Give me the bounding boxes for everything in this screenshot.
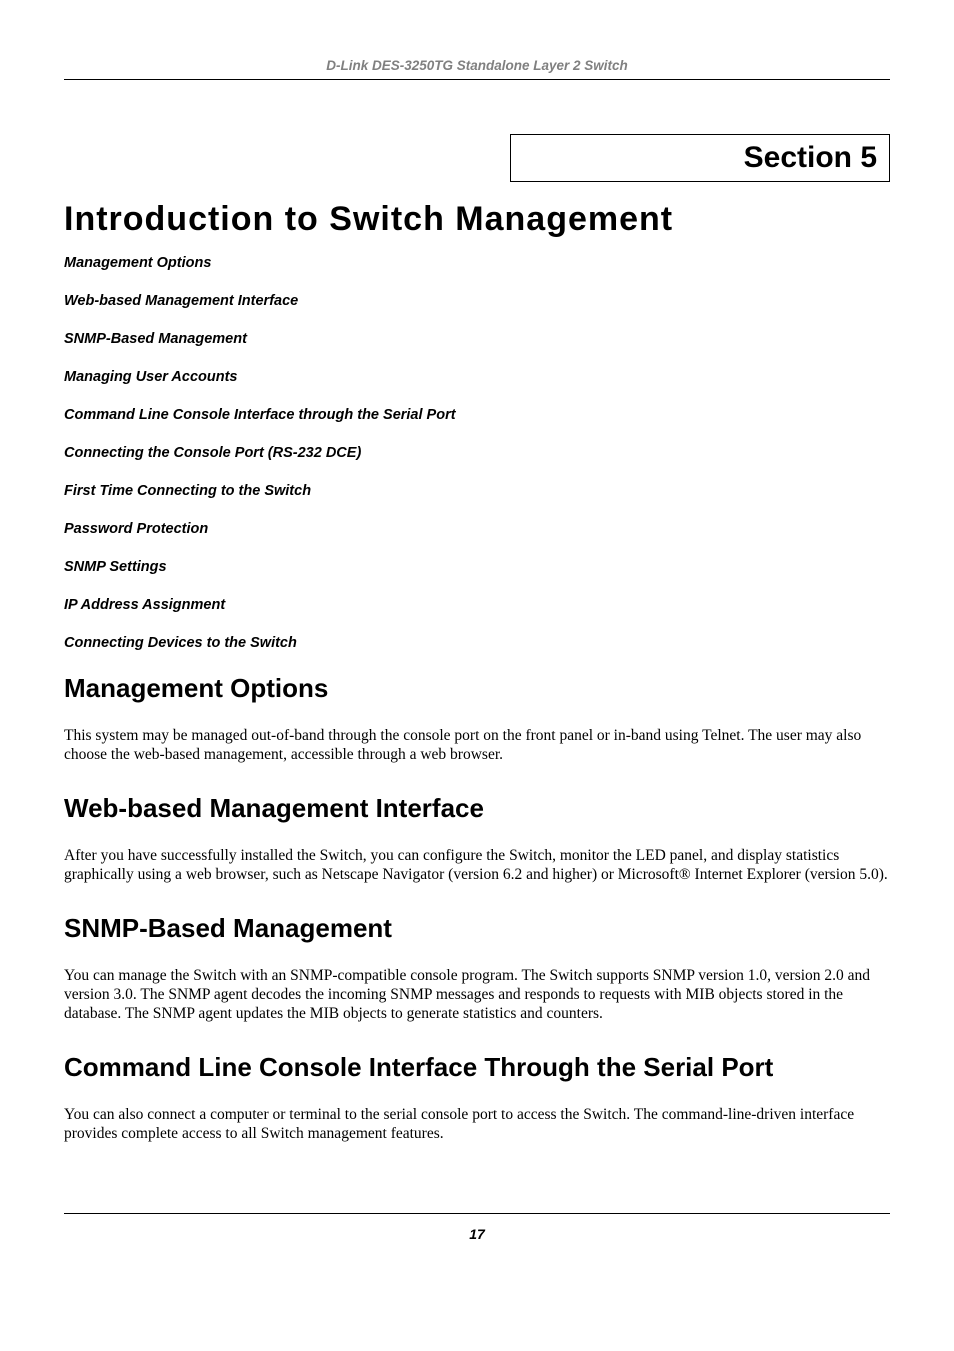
toc-item: IP Address Assignment xyxy=(64,597,890,613)
toc-item: First Time Connecting to the Switch xyxy=(64,483,890,499)
content-section: SNMP-Based Management You can manage the… xyxy=(64,913,890,1024)
content-section: Web-based Management Interface After you… xyxy=(64,793,890,885)
section-number-box: Section 5 xyxy=(510,134,890,182)
toc-item: Managing User Accounts xyxy=(64,369,890,385)
body-paragraph: This system may be managed out-of-band t… xyxy=(64,726,890,765)
document-header: D-Link DES-3250TG Standalone Layer 2 Swi… xyxy=(64,58,890,80)
content-section: Command Line Console Interface Through t… xyxy=(64,1052,890,1144)
toc-item: Password Protection xyxy=(64,521,890,537)
section-heading: SNMP-Based Management xyxy=(64,913,890,944)
toc-item: SNMP-Based Management xyxy=(64,331,890,347)
toc-item: Connecting Devices to the Switch xyxy=(64,635,890,651)
section-heading: Web-based Management Interface xyxy=(64,793,890,824)
page-title: Introduction to Switch Management xyxy=(64,200,890,239)
section-heading: Management Options xyxy=(64,673,890,704)
body-paragraph: After you have successfully installed th… xyxy=(64,846,890,885)
toc-item: Command Line Console Interface through t… xyxy=(64,407,890,423)
section-heading: Command Line Console Interface Through t… xyxy=(64,1052,890,1083)
toc-item: SNMP Settings xyxy=(64,559,890,575)
footer-rule: 17 xyxy=(64,1213,890,1242)
toc-item: Connecting the Console Port (RS-232 DCE) xyxy=(64,445,890,461)
body-paragraph: You can manage the Switch with an SNMP-c… xyxy=(64,966,890,1024)
toc-item: Web-based Management Interface xyxy=(64,293,890,309)
section-box-wrap: Section 5 xyxy=(64,134,890,182)
content-section: Management Options This system may be ma… xyxy=(64,673,890,765)
page-number: 17 xyxy=(64,1226,890,1242)
body-paragraph: You can also connect a computer or termi… xyxy=(64,1105,890,1144)
toc-item: Management Options xyxy=(64,255,890,271)
